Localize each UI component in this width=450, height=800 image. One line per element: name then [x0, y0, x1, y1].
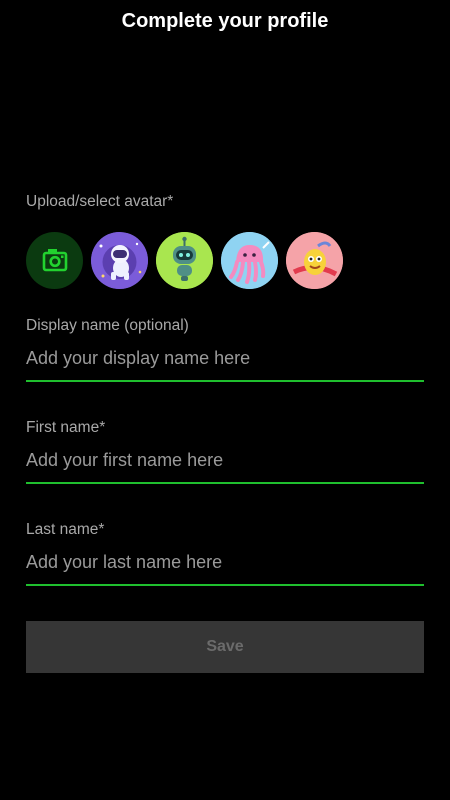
avatar-picker — [26, 232, 343, 289]
first-name-field: First name* — [26, 419, 424, 484]
avatar-section-label: Upload/select avatar* — [26, 193, 174, 210]
robot-avatar[interactable] — [156, 232, 213, 289]
last-name-label: Last name* — [26, 521, 105, 538]
camera-icon — [42, 249, 68, 272]
display-name-label: Display name (optional) — [26, 317, 189, 334]
last-name-input[interactable] — [26, 545, 424, 586]
display-name-input[interactable] — [26, 341, 424, 382]
page-title: Complete your profile — [121, 10, 329, 32]
save-button[interactable]: Save — [26, 621, 424, 673]
astronaut-avatar[interactable] — [91, 232, 148, 289]
cartoon-creature-avatar[interactable] — [286, 232, 343, 289]
display-name-field: Display name (optional) — [26, 317, 424, 382]
first-name-label: First name* — [26, 419, 106, 436]
jellyfish-avatar[interactable] — [221, 232, 278, 289]
first-name-input[interactable] — [26, 443, 424, 484]
upload-avatar-button[interactable] — [26, 232, 83, 289]
last-name-field: Last name* — [26, 521, 424, 586]
